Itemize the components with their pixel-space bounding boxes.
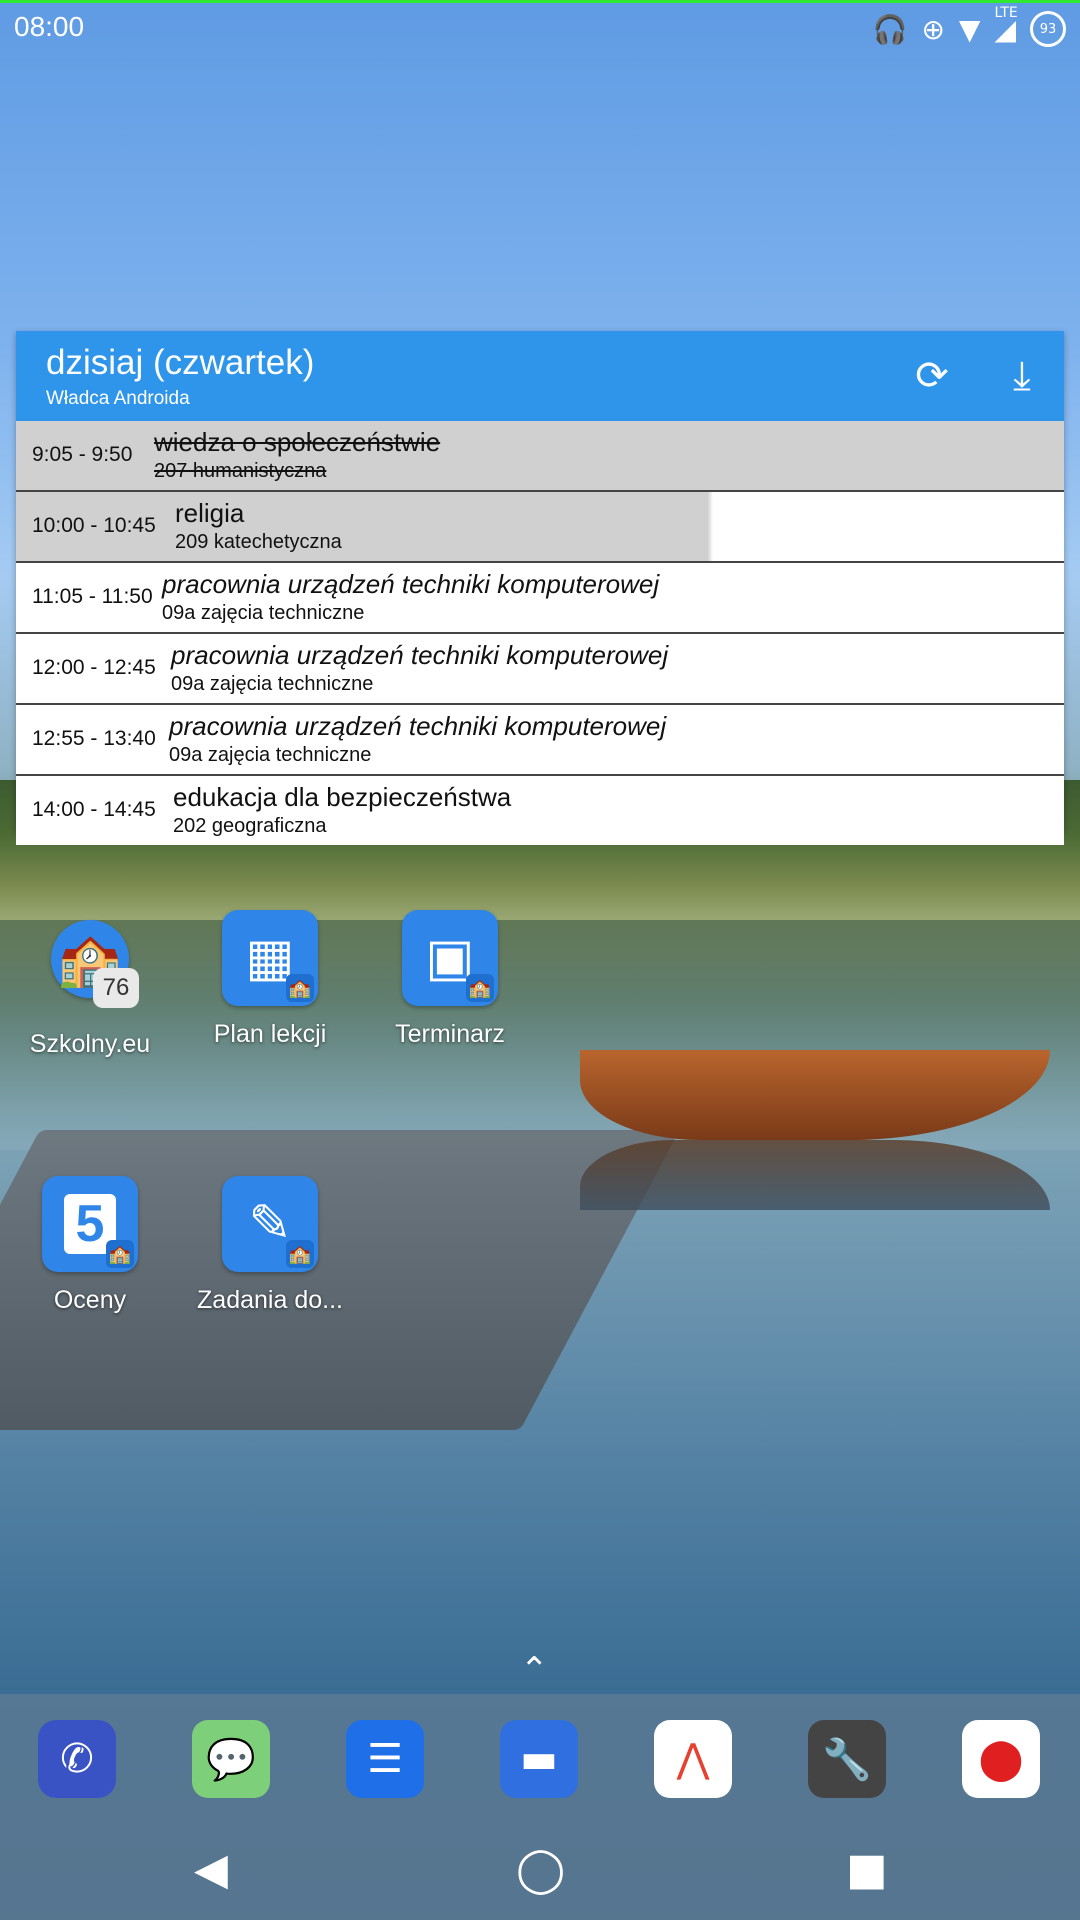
dock: ✆ 💬 ☰ ▬ ⋀ 🔧 ⬤ ◀ ◯ ■ — [0, 1694, 1080, 1920]
home-icon[interactable]: ◯ — [516, 1844, 565, 1895]
lesson-time: 9:05 - 9:50 — [32, 443, 133, 466]
back-icon[interactable]: ◀ — [194, 1844, 228, 1895]
recents-icon[interactable]: ■ — [846, 1844, 888, 1895]
wifi-icon: ▼ — [958, 12, 981, 46]
notification-badge: 76 — [93, 968, 139, 1008]
status-bar: 08:00 🎧 ⊕ ▼ LTE ◢ 93 — [0, 0, 1080, 48]
lesson-name: pracownia urządzeń techniki komputerowej — [162, 569, 660, 599]
status-time: 08:00 — [14, 11, 85, 42]
app-drawer-arrow-icon[interactable]: ⌃ — [520, 1650, 549, 1690]
lesson-room: 202 geograficzna — [173, 815, 327, 837]
app-terminarz[interactable]: ▣ 🏫 Terminarz — [370, 910, 530, 1049]
network-type: LTE — [994, 4, 1018, 21]
files-icon[interactable]: ▬ — [500, 1720, 578, 1798]
lesson-name: pracownia urządzeń techniki komputerowej — [169, 711, 667, 741]
widget-title: dzisiaj (czwartek) — [46, 343, 315, 382]
lesson-room: 207 humanistyczna — [154, 460, 327, 482]
lesson-room: 09a zajęcia techniczne — [171, 673, 374, 695]
status-icons: 🎧 ⊕ ▼ LTE ◢ 93 — [872, 4, 1066, 47]
screen-recorder-icon[interactable]: ⬤ — [962, 1720, 1040, 1798]
lesson-row[interactable]: 11:05 - 11:50 pracownia urządzeń technik… — [16, 563, 1064, 634]
phone-icon[interactable]: ✆ — [38, 1720, 116, 1798]
refresh-icon[interactable]: ⟳ — [905, 349, 959, 403]
school-icon: 🏫 76 — [51, 920, 139, 1008]
wallpaper-boat-reflection — [580, 1140, 1050, 1210]
lesson-name: religia — [175, 498, 245, 528]
messenger-icon[interactable]: 💬 — [192, 1720, 270, 1798]
lesson-row[interactable]: 9:05 - 9:50 wiedza o społeczeństwie 207 … — [16, 421, 1064, 492]
lesson-time: 14:00 - 14:45 — [32, 798, 156, 821]
school-badge-icon: 🏫 — [106, 1240, 134, 1268]
app-label: Oceny — [53, 1286, 127, 1314]
lesson-room: 209 katechetyczna — [175, 531, 342, 553]
lesson-row[interactable]: 12:55 - 13:40 pracownia urządzeń technik… — [16, 705, 1064, 776]
battery-level: 93 — [1039, 21, 1057, 37]
app-plan-lekcji[interactable]: ▦ 🏫 Plan lekcji — [190, 910, 350, 1049]
timetable-widget[interactable]: dzisiaj (czwartek) Władca Androida ⟳ ⤓ 9… — [16, 331, 1064, 845]
app-label: Terminarz — [395, 1020, 505, 1048]
app-zadania[interactable]: ✎ 🏫 Zadania do... — [190, 1176, 350, 1315]
school-badge-icon: 🏫 — [466, 974, 494, 1002]
tools-icon[interactable]: 🔧 — [808, 1720, 886, 1798]
grades-icon: 5 🏫 — [42, 1176, 138, 1272]
app-label: Zadania do... — [197, 1286, 343, 1314]
lesson-room: 09a zajęcia techniczne — [169, 744, 372, 766]
lesson-time: 12:00 - 12:45 — [32, 656, 156, 679]
timetable-icon: ▦ 🏫 — [222, 910, 318, 1006]
headphones-icon: 🎧 — [872, 12, 908, 46]
calendar-icon: ▣ 🏫 — [402, 910, 498, 1006]
lesson-row[interactable]: 14:00 - 14:45 edukacja dla bezpieczeństw… — [16, 776, 1064, 845]
widget-subtitle: Władca Androida — [46, 388, 190, 409]
app-oceny[interactable]: 5 🏫 Oceny — [10, 1176, 170, 1315]
lesson-name: pracownia urządzeń techniki komputerowej — [171, 640, 669, 670]
app-szkolny[interactable]: 🏫 76 Szkolny.eu — [10, 920, 170, 1059]
download-icon[interactable]: ⤓ — [995, 349, 1049, 403]
messages-icon[interactable]: ☰ — [346, 1720, 424, 1798]
lesson-name: wiedza o społeczeństwie — [154, 427, 441, 457]
homework-icon: ✎ 🏫 — [222, 1176, 318, 1272]
app-icon[interactable]: ⋀ — [654, 1720, 732, 1798]
app-label: Szkolny.eu — [29, 1030, 151, 1058]
app-label: Plan lekcji — [213, 1020, 327, 1048]
lesson-time: 11:05 - 11:50 — [32, 585, 153, 608]
widget-header[interactable]: dzisiaj (czwartek) Władca Androida ⟳ ⤓ — [16, 331, 1064, 421]
lesson-room: 09a zajęcia techniczne — [162, 602, 365, 624]
signal-icon: LTE ◢ — [994, 4, 1018, 46]
school-badge-icon: 🏫 — [286, 1240, 314, 1268]
lesson-name: edukacja dla bezpieczeństwa — [173, 782, 512, 812]
lesson-row[interactable]: 12:00 - 12:45 pracownia urządzeń technik… — [16, 634, 1064, 705]
lesson-time: 12:55 - 13:40 — [32, 727, 156, 750]
school-badge-icon: 🏫 — [286, 974, 314, 1002]
data-saver-icon: ⊕ — [921, 12, 945, 46]
battery-icon: 93 — [1030, 11, 1066, 47]
lesson-row[interactable]: 10:00 - 10:45 religia 209 katechetyczna — [16, 492, 1064, 563]
lesson-time: 10:00 - 10:45 — [32, 514, 156, 537]
